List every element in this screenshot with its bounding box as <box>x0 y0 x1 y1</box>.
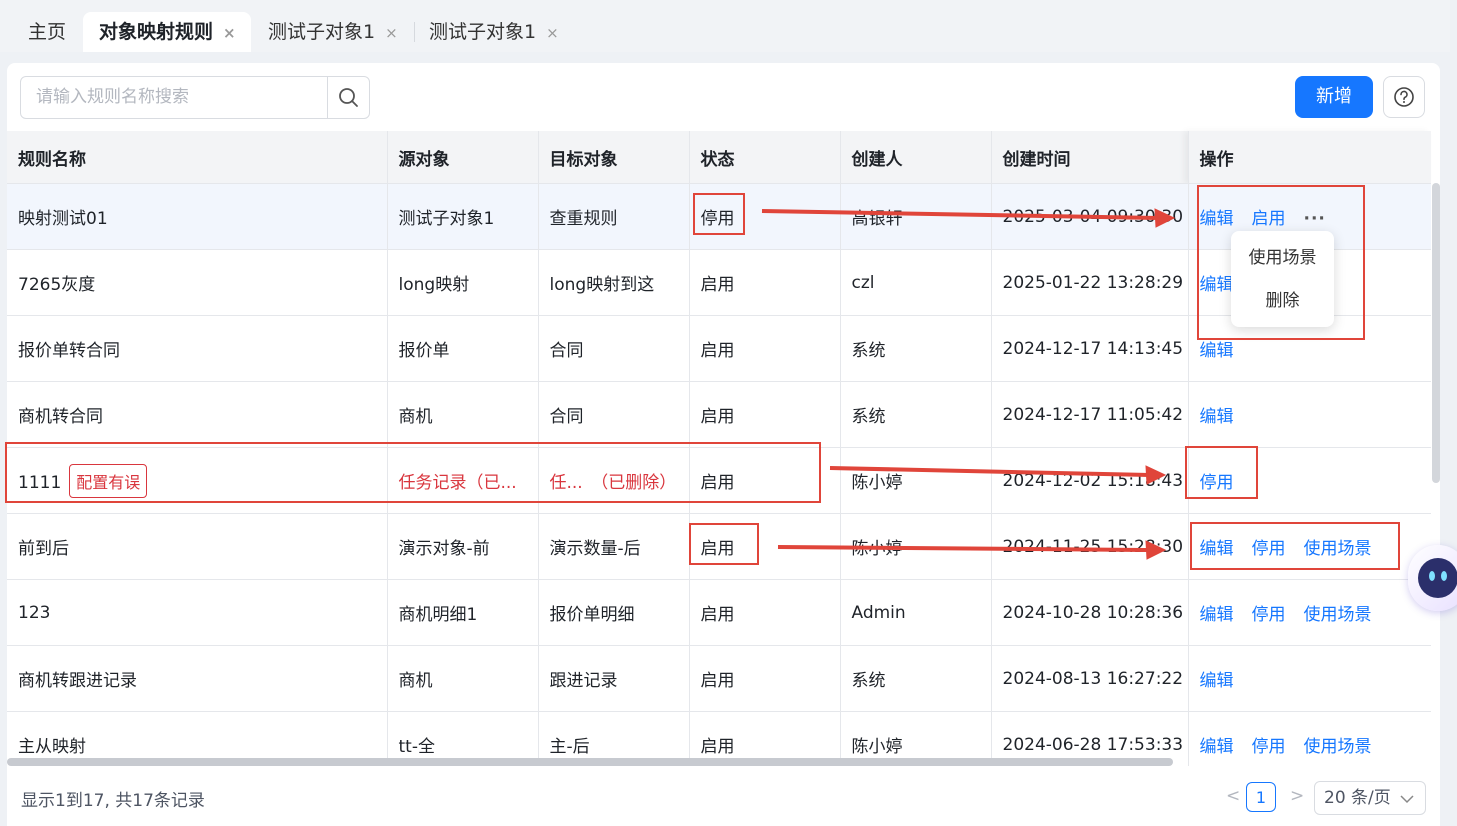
annotation-arrows <box>761 208 1176 560</box>
robot-icon <box>1418 558 1457 598</box>
chevron-right-icon[interactable]: > <box>1290 786 1304 806</box>
chevron-down-icon <box>1400 795 1414 804</box>
page-size-value: 20 条/页 <box>1324 788 1391 808</box>
record-summary: 显示1到17, 共17条记录 <box>21 791 205 811</box>
pagination-footer: 显示1到17, 共17条记录 < 1 > 20 条/页 <box>7 766 1440 826</box>
chevron-left-icon[interactable]: < <box>1226 786 1240 806</box>
page-number-button[interactable]: 1 <box>1246 782 1276 812</box>
ai-assistant-button[interactable] <box>1408 545 1457 611</box>
page-size-select[interactable]: 20 条/页 <box>1314 781 1426 815</box>
